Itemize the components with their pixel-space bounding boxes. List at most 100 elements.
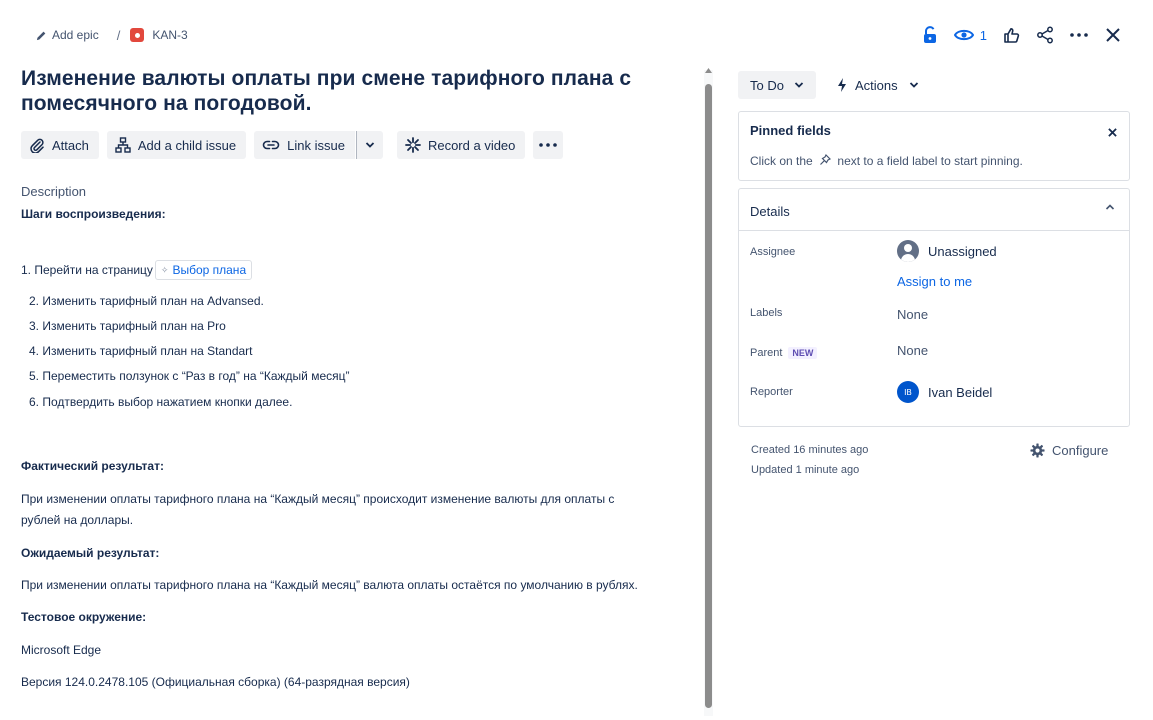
assignee-field[interactable]: Unassigned (897, 240, 997, 262)
issue-title[interactable]: Изменение валюты оплаты при смене тарифн… (21, 66, 681, 116)
pinned-fields-title: Pinned fields (750, 123, 831, 138)
add-child-issue-label: Add a child issue (137, 137, 237, 153)
thumbs-up-icon (1003, 27, 1019, 43)
assign-to-me-link[interactable]: Assign to me (897, 274, 972, 289)
close-icon (1106, 28, 1120, 42)
reporter-value: Ivan Beidel (928, 384, 993, 400)
page-link-label: Выбор плана (172, 263, 247, 277)
details-title: Details (750, 204, 790, 219)
pinned-fields-panel: Pinned fields Click on the next to a fie… (738, 111, 1130, 181)
more-actions-button[interactable] (1069, 23, 1089, 47)
watch-button[interactable]: 1 (953, 23, 987, 47)
child-issue-icon (115, 137, 131, 153)
scroll-up-arrow[interactable] (704, 68, 713, 76)
more-icon (539, 143, 558, 147)
actual-result-heading: Фактический результат: (21, 459, 164, 473)
page-link[interactable]: ✧ Выбор плана (154, 260, 253, 280)
breadcrumb: Add epic / KAN-3 (36, 26, 188, 44)
restriction-button[interactable] (920, 23, 940, 47)
step-item: 4. Изменить тарифный план на Standart (29, 344, 253, 358)
parent-field[interactable]: None (897, 343, 928, 358)
step-1-text: 1. Перейти на страницу (21, 263, 153, 277)
add-child-issue-button[interactable]: Add a child issue (106, 131, 247, 159)
pencil-icon (36, 31, 46, 40)
reporter-label: Reporter (750, 386, 793, 398)
actions-dropdown[interactable]: Actions (830, 71, 925, 99)
bug-icon (130, 28, 145, 42)
parent-label: Parent NEW (750, 347, 818, 359)
environment-browser: Microsoft Edge (21, 643, 102, 657)
breadcrumb-separator: / (116, 27, 121, 43)
step-item: 5. Переместить ползунок с “Раз в год” на… (29, 369, 350, 383)
add-epic-link[interactable]: Add epic (36, 28, 99, 42)
toolbar-more-button[interactable] (533, 131, 564, 159)
status-dropdown[interactable]: To Do (738, 71, 816, 99)
vote-button[interactable] (1001, 23, 1021, 47)
unlock-icon (923, 26, 936, 43)
add-epic-label: Add epic (52, 28, 99, 42)
chevron-down-icon (909, 82, 918, 88)
actions-label: Actions (855, 77, 898, 93)
close-button[interactable] (1103, 23, 1123, 47)
expected-result-heading: Ожидаемый результат: (21, 546, 160, 560)
loom-icon (405, 137, 421, 153)
new-badge: NEW (788, 347, 818, 359)
more-icon (1070, 33, 1088, 37)
issue-main-panel: Изменение валюты оплаты при смене тарифн… (21, 66, 681, 159)
attach-button[interactable]: Attach (21, 131, 99, 159)
assignee-label: Assignee (750, 246, 796, 258)
lightning-icon (838, 78, 846, 92)
step-item: 2. Изменить тарифный план на Advansed. (29, 294, 264, 308)
scrollbar-thumb[interactable] (705, 84, 712, 708)
gear-icon (1030, 443, 1045, 458)
reporter-field[interactable]: IB Ivan Beidel (897, 381, 992, 403)
configure-label: Configure (1052, 443, 1109, 458)
details-header[interactable]: Details (739, 189, 1129, 231)
labels-label: Labels (750, 307, 783, 319)
eye-icon (953, 29, 974, 41)
status-label: To Do (750, 77, 784, 93)
labels-field[interactable]: None (897, 307, 928, 322)
chevron-down-icon (365, 142, 375, 148)
attach-label: Attach (52, 137, 89, 153)
close-icon (1108, 128, 1117, 137)
link-issue-button[interactable]: Link issue (254, 131, 355, 159)
issue-toolbar: Attach Add a child issue Link issue Reco… (21, 131, 564, 159)
chevron-down-icon (794, 82, 804, 88)
environment-version: Версия 124.0.2478.105 (Официальная сборк… (21, 675, 410, 689)
page-link-icon: ✧ (160, 264, 169, 275)
pinned-close-button[interactable] (1108, 124, 1117, 142)
link-icon (262, 140, 280, 150)
configure-button[interactable]: Configure (1030, 443, 1108, 458)
assignee-value: Unassigned (928, 243, 997, 259)
watch-count: 1 (979, 27, 987, 43)
record-video-button[interactable]: Record a video (396, 131, 526, 159)
actual-result-line: рублей на доллары. (21, 513, 134, 527)
record-video-label: Record a video (427, 137, 516, 153)
issue-key-label: KAN-3 (152, 28, 188, 42)
link-issue-label: Link issue (287, 137, 345, 153)
avatar (897, 240, 919, 262)
link-issue-group: Link issue (254, 131, 383, 159)
pinned-hint-after: next to a field label to start pinning. (837, 154, 1023, 168)
chevron-up-icon (1105, 204, 1115, 210)
environment-heading: Тестовое окружение: (21, 610, 147, 624)
actual-result-line: При изменении оплаты тарифного плана на … (21, 492, 615, 506)
avatar: IB (897, 381, 919, 403)
share-button[interactable] (1035, 23, 1055, 47)
updated-timestamp: Updated 1 minute ago (751, 464, 860, 476)
paperclip-icon (30, 138, 44, 153)
step-1: 1. Перейти на страницу ✧ Выбор плана (21, 260, 253, 280)
steps-heading: Шаги воспроизведения: (21, 207, 166, 221)
issue-header-actions: 1 (920, 22, 1123, 48)
expected-result-text: При изменении оплаты тарифного плана на … (21, 578, 638, 592)
pinned-hint-before: Click on the (750, 154, 813, 168)
step-item: 3. Изменить тарифный план на Pro (29, 319, 226, 333)
step-item: 6. Подтвердить выбор нажатием кнопки дал… (29, 395, 293, 409)
link-issue-dropdown[interactable] (355, 131, 383, 159)
issue-key-link[interactable]: KAN-3 (130, 28, 188, 42)
share-icon (1037, 26, 1053, 44)
triangle-up-icon (705, 68, 712, 73)
pin-icon (820, 153, 832, 165)
pinned-hint: Click on the next to a field label to st… (750, 153, 1023, 168)
